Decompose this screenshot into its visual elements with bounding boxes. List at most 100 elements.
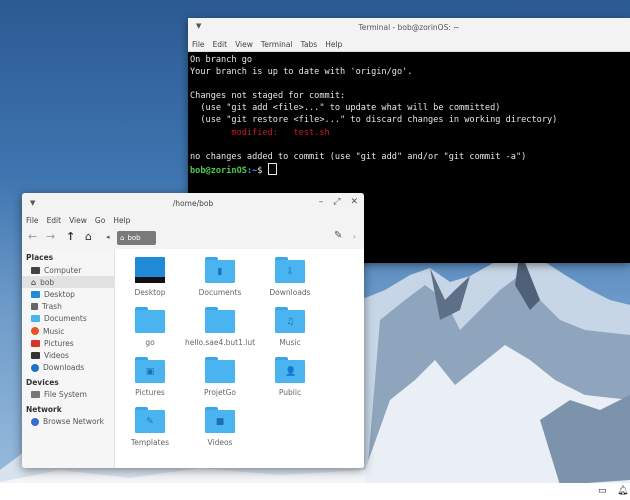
fm-menu-help[interactable]: Help bbox=[113, 216, 130, 225]
terminal-line: no changes added to commit (use "git add… bbox=[190, 151, 527, 162]
terminal-menu-file[interactable]: File bbox=[192, 40, 205, 49]
window-controls: – ⤢ ✕ bbox=[319, 197, 358, 207]
sidebar-item-downloads[interactable]: Downloads bbox=[22, 362, 114, 374]
up-arrow-icon[interactable]: ↑ bbox=[66, 230, 75, 243]
edit-path-icon[interactable]: ✎ bbox=[334, 230, 342, 241]
file-item-projetgo[interactable]: ProjetGo bbox=[185, 357, 255, 397]
file-item-desktop[interactable]: Desktop bbox=[115, 257, 185, 297]
file-item-label: Pictures bbox=[135, 388, 165, 397]
terminal-menu-tabs[interactable]: Tabs bbox=[301, 40, 318, 49]
sidebar-item-label: Desktop bbox=[44, 289, 75, 299]
minimize-icon[interactable]: – bbox=[319, 197, 324, 207]
file-grid: Desktop ▮ Documents ⇩ Downloads go hello… bbox=[115, 249, 364, 468]
folder-icon bbox=[135, 307, 165, 333]
downloads-folder-icon: ⇩ bbox=[275, 257, 305, 283]
file-item-label: Templates bbox=[130, 438, 170, 447]
close-icon[interactable]: ✕ bbox=[350, 197, 358, 207]
notification-bell-icon[interactable]: 🔔︎ bbox=[617, 486, 628, 496]
file-item-label: Desktop bbox=[134, 288, 166, 297]
file-item-label: Public bbox=[278, 388, 302, 397]
path-button-bob[interactable]: ⌂ bob bbox=[117, 231, 156, 245]
fm-menu-go[interactable]: Go bbox=[95, 216, 105, 225]
file-item-label: ProjetGo bbox=[204, 388, 236, 397]
sidebar-item-label: Trash bbox=[42, 302, 62, 312]
file-item-pictures[interactable]: ▣ Pictures bbox=[115, 357, 185, 397]
terminal-menu-edit[interactable]: Edit bbox=[213, 40, 228, 49]
sidebar-item-documents[interactable]: Documents bbox=[22, 313, 114, 325]
sidebar-item-label: File System bbox=[44, 390, 87, 400]
sidebar-item-label: Browse Network bbox=[43, 417, 105, 427]
path-left-chevron-icon[interactable]: ◂ bbox=[106, 233, 110, 241]
file-item-go[interactable]: go bbox=[115, 307, 185, 347]
file-manager-toolbar: ← → ↑ ⌂ ◂ ⌂ bob ✎ › bbox=[22, 227, 364, 250]
terminal-line: Your branch is up to date with 'origin/g… bbox=[190, 67, 413, 78]
file-item-music[interactable]: ♫ Music bbox=[255, 307, 325, 347]
sidebar-item-pictures[interactable]: Pictures bbox=[22, 337, 114, 349]
sidebar-item-bob[interactable]: ⌂ bob bbox=[22, 276, 114, 289]
back-arrow-icon[interactable]: ← bbox=[28, 230, 37, 243]
home-icon: ⌂ bbox=[120, 234, 125, 242]
terminal-cursor[interactable] bbox=[267, 162, 277, 175]
file-item-templates[interactable]: ✎ Templates bbox=[115, 407, 185, 447]
network-icon bbox=[31, 417, 39, 426]
file-manager-window[interactable]: ▼ /home/bob – ⤢ ✕ File Edit View Go Help… bbox=[22, 193, 364, 468]
file-item-hello-sae4[interactable]: hello.sae4.but1.lut bbox=[185, 307, 255, 347]
path-label: bob bbox=[127, 234, 141, 242]
workspace-icon[interactable]: ▭ bbox=[598, 486, 607, 496]
sidebar-item-videos[interactable]: Videos bbox=[22, 349, 114, 361]
sidebar-item-music[interactable]: Music bbox=[22, 325, 114, 337]
terminal-output[interactable]: On branch go Your branch is up to date wi… bbox=[188, 52, 630, 179]
maximize-icon[interactable]: ⤢ bbox=[333, 197, 340, 207]
videos-folder-icon: ■ bbox=[205, 407, 235, 433]
sidebar-heading-devices: Devices bbox=[26, 377, 59, 387]
forward-arrow-icon[interactable]: → bbox=[46, 230, 55, 243]
videos-icon bbox=[31, 351, 40, 359]
file-manager-title: /home/bob bbox=[172, 199, 214, 208]
path-right-chevron-icon[interactable]: › bbox=[353, 233, 356, 241]
pictures-icon bbox=[31, 339, 40, 347]
sidebar-item-trash[interactable]: Trash bbox=[22, 301, 114, 313]
terminal-prompt: bob@zorinOS:~$ bbox=[190, 162, 628, 177]
sidebar-heading-network: Network bbox=[26, 404, 62, 414]
sidebar-item-label: Music bbox=[43, 326, 65, 336]
drive-icon bbox=[31, 391, 40, 399]
music-folder-icon: ♫ bbox=[275, 307, 305, 333]
sidebar-heading-places: Places bbox=[26, 253, 54, 262]
file-item-public[interactable]: 👤 Public bbox=[255, 357, 325, 397]
terminal-titlebar[interactable]: ▼ Terminal - bob@zorinOS: ~ bbox=[188, 18, 630, 37]
desktop-folder-icon bbox=[135, 257, 165, 283]
folder-icon bbox=[205, 307, 235, 333]
file-manager-titlebar[interactable]: ▼ /home/bob – ⤢ ✕ bbox=[22, 193, 364, 213]
file-item-downloads[interactable]: ⇩ Downloads bbox=[255, 257, 325, 297]
file-item-label: Videos bbox=[207, 438, 233, 447]
sidebar-item-browse-network[interactable]: Browse Network bbox=[22, 416, 114, 428]
terminal-menu-terminal[interactable]: Terminal bbox=[261, 40, 293, 49]
file-item-documents[interactable]: ▮ Documents bbox=[185, 257, 255, 297]
terminal-menu-help[interactable]: Help bbox=[325, 40, 342, 49]
file-manager-menubar: File Edit View Go Help bbox=[22, 213, 364, 227]
public-folder-icon: 👤 bbox=[275, 357, 305, 383]
fm-menu-view[interactable]: View bbox=[69, 216, 87, 225]
terminal-line-modified: modified: test.sh bbox=[190, 127, 330, 138]
fm-menu-file[interactable]: File bbox=[26, 216, 39, 225]
templates-folder-icon: ✎ bbox=[135, 407, 165, 433]
file-item-label: go bbox=[145, 338, 155, 347]
sidebar-item-label: Computer bbox=[44, 265, 82, 275]
terminal-menu-view[interactable]: View bbox=[235, 40, 253, 49]
fm-menu-edit[interactable]: Edit bbox=[47, 216, 62, 225]
sidebar-item-desktop[interactable]: Desktop bbox=[22, 288, 114, 300]
documents-folder-icon: ▮ bbox=[205, 257, 235, 283]
downloads-icon bbox=[31, 363, 39, 372]
trash-icon bbox=[31, 303, 38, 311]
prompt-path: :~ bbox=[246, 165, 258, 176]
home-icon[interactable]: ⌂ bbox=[85, 230, 92, 243]
sidebar-item-computer[interactable]: Computer bbox=[22, 264, 114, 276]
sidebar-item-label: Videos bbox=[44, 350, 69, 360]
file-item-videos[interactable]: ■ Videos bbox=[185, 407, 255, 447]
documents-folder-icon bbox=[31, 315, 40, 323]
sidebar-item-label: Pictures bbox=[44, 338, 74, 348]
file-item-label: Music bbox=[279, 338, 301, 347]
sidebar-item-file-system[interactable]: File System bbox=[22, 389, 114, 401]
terminal-line: Changes not staged for commit: bbox=[190, 91, 346, 102]
